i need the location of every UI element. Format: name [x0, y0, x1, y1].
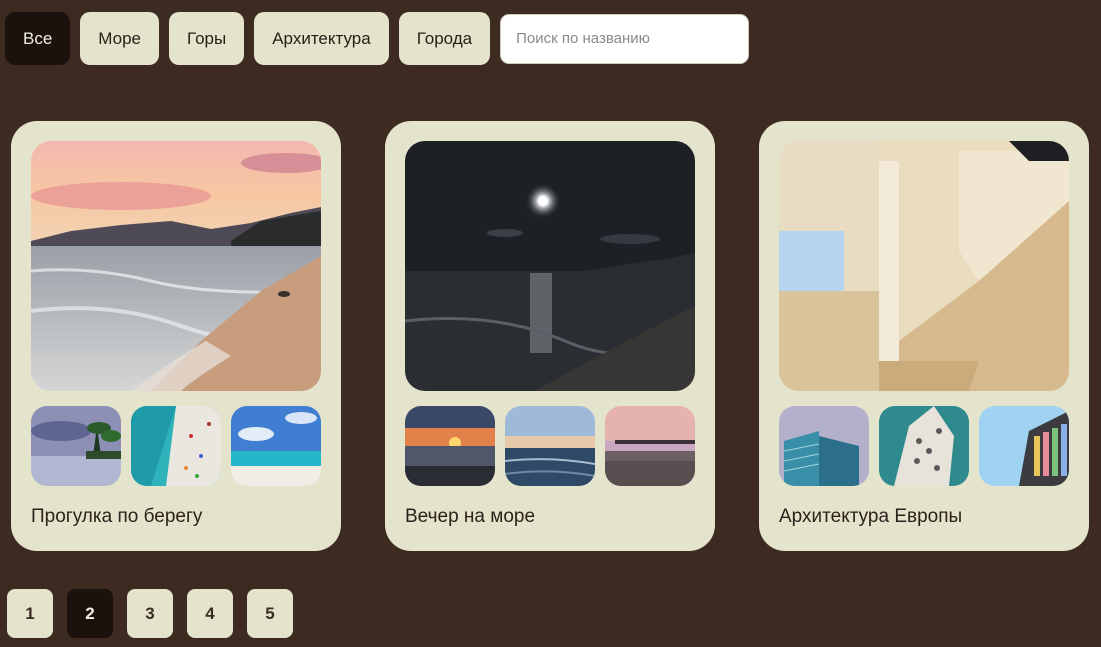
filter-cities-button[interactable]: Города	[398, 12, 491, 65]
thumbnail-strip	[779, 406, 1069, 486]
thumbnail-image[interactable]	[231, 406, 321, 486]
album-cover-image[interactable]	[405, 141, 695, 391]
filter-architecture-button[interactable]: Архитектура	[254, 12, 389, 65]
search-input[interactable]	[500, 13, 750, 64]
thumbnail-image[interactable]	[879, 406, 969, 486]
thumbnail-image[interactable]	[605, 406, 695, 486]
pagination: 1 2 3 4 5	[7, 589, 307, 638]
album-cover-image[interactable]	[31, 141, 321, 391]
album-cover-image[interactable]	[779, 141, 1069, 391]
filter-all-button[interactable]: Все	[5, 12, 71, 65]
album-card[interactable]: Вечер на море	[385, 121, 715, 551]
album-card[interactable]: Архитектура Европы	[759, 121, 1089, 551]
page-1-button[interactable]: 1	[7, 589, 53, 638]
filter-bar: Все Море Горы Архитектура Города	[5, 12, 750, 65]
filter-mountains-button[interactable]: Горы	[169, 12, 245, 65]
page-2-button[interactable]: 2	[67, 589, 113, 638]
page-4-button[interactable]: 4	[187, 589, 233, 638]
album-title: Архитектура Европы	[779, 506, 963, 527]
thumbnail-strip	[405, 406, 695, 486]
filter-sea-button[interactable]: Море	[80, 12, 160, 65]
thumbnail-image[interactable]	[505, 406, 595, 486]
thumbnail-image[interactable]	[979, 406, 1069, 486]
album-title: Прогулка по берегу	[31, 506, 203, 527]
page-3-button[interactable]: 3	[127, 589, 173, 638]
thumbnail-image[interactable]	[31, 406, 121, 486]
page-5-button[interactable]: 5	[247, 589, 293, 638]
album-card[interactable]: Прогулка по берегу	[11, 121, 341, 551]
thumbnail-image[interactable]	[405, 406, 495, 486]
thumbnail-strip	[31, 406, 321, 486]
album-title: Вечер на море	[405, 506, 536, 527]
thumbnail-image[interactable]	[779, 406, 869, 486]
thumbnail-image[interactable]	[131, 406, 221, 486]
